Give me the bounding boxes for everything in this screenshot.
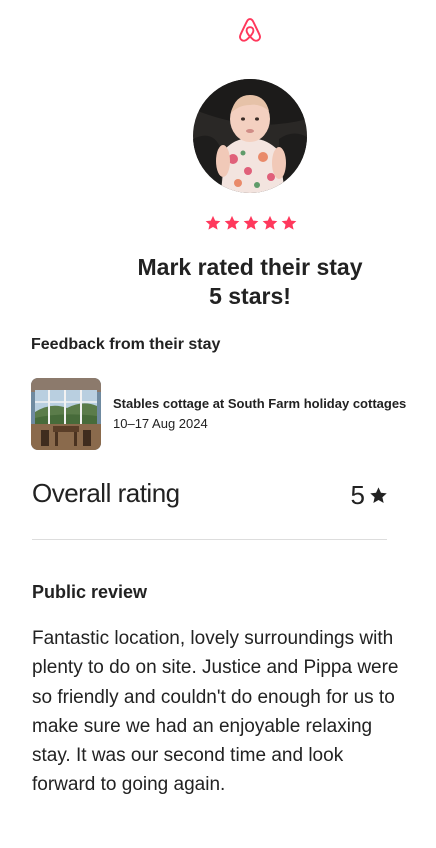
star-icon xyxy=(370,487,387,503)
public-review-title: Public review xyxy=(32,582,148,602)
headline-line-2: 5 stars! xyxy=(209,283,291,309)
listing-details: Stables cottage at South Farm holiday co… xyxy=(113,395,406,433)
airbnb-logo-icon[interactable] xyxy=(236,16,264,44)
headline-line-1: Mark rated their stay xyxy=(137,254,363,280)
star-icon xyxy=(205,215,221,230)
overall-rating-value: 5 xyxy=(351,480,388,511)
star-icon xyxy=(224,215,240,230)
listing-photo xyxy=(31,378,101,450)
guest-avatar xyxy=(193,79,307,193)
guest-rating-stars xyxy=(204,214,298,232)
overall-rating-number: 5 xyxy=(350,480,365,510)
star-icon xyxy=(262,215,278,230)
star-icon xyxy=(243,215,259,230)
guest-avatar-photo xyxy=(193,79,307,193)
overall-rating-label: Overall rating xyxy=(32,478,180,508)
section-divider xyxy=(32,539,387,540)
listing-dates: 10–17 Aug 2024 xyxy=(113,416,208,431)
star-icon xyxy=(281,215,297,230)
public-review-text: Fantastic location, lovely surroundings … xyxy=(32,628,399,796)
rating-headline: Mark rated their stay 5 stars! xyxy=(60,253,436,311)
listing-name[interactable]: Stables cottage at South Farm holiday co… xyxy=(113,395,406,413)
listing-thumbnail[interactable] xyxy=(31,378,101,450)
listing-card[interactable]: Stables cottage at South Farm holiday co… xyxy=(31,378,406,450)
feedback-title: Feedback from their stay xyxy=(31,336,221,353)
